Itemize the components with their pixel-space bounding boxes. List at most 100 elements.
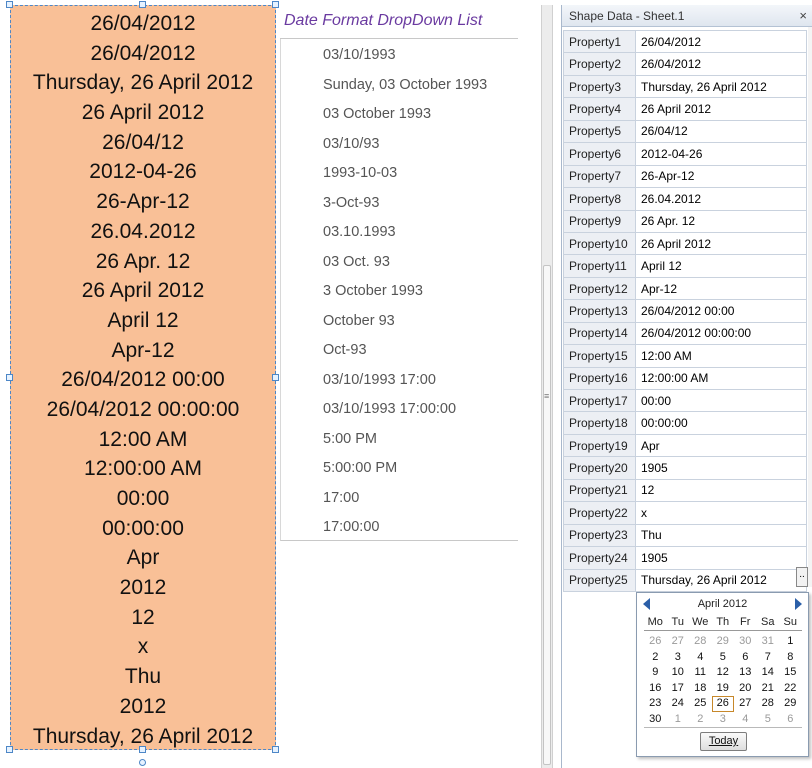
property-value-cell[interactable]: 1905 — [635, 456, 807, 480]
chevron-left-icon[interactable] — [643, 598, 650, 610]
calendar-day[interactable]: 14 — [757, 665, 780, 681]
list-item[interactable]: Sunday, 03 October 1993 — [323, 71, 487, 101]
list-item[interactable]: 03 Oct. 93 — [323, 248, 487, 278]
property-value-cell[interactable]: Thu — [635, 523, 807, 548]
calendar-day[interactable]: 19 — [712, 681, 735, 697]
property-value-cell[interactable]: 26/04/2012 — [635, 29, 807, 54]
calendar-day[interactable]: 25 — [689, 696, 712, 712]
calendar-day[interactable]: 4 — [734, 712, 757, 728]
resize-handle-bottom-middle[interactable] — [139, 746, 146, 753]
calendar-day[interactable]: 29 — [779, 696, 802, 712]
property-value-cell[interactable]: 26/04/2012 00:00:00 — [635, 321, 807, 346]
list-item[interactable]: 03.10.1993 — [323, 218, 487, 248]
calendar-day[interactable]: 2 — [689, 712, 712, 728]
shape-data-scrollbar[interactable] — [808, 27, 812, 587]
calendar-day[interactable]: 24 — [667, 696, 690, 712]
calendar-day[interactable]: 15 — [779, 665, 802, 681]
list-item[interactable]: 17:00:00 — [323, 513, 487, 543]
table-row[interactable]: Property15 12:00 AM — [563, 344, 807, 368]
table-row[interactable]: Property1 26/04/2012 — [563, 29, 807, 54]
calendar-day[interactable]: 17 — [667, 681, 690, 697]
list-item[interactable]: 3 October 1993 — [323, 277, 487, 307]
calendar-day[interactable]: 26 — [644, 634, 667, 650]
calendar-day[interactable]: 9 — [644, 665, 667, 681]
table-row[interactable]: Property21 12 — [563, 478, 807, 503]
table-row[interactable]: Property25 Thursday, 26 April 2012 — [563, 568, 807, 592]
today-button[interactable]: Today — [700, 732, 747, 751]
calendar-day[interactable]: 16 — [644, 681, 667, 697]
list-item[interactable]: Oct-93 — [323, 336, 487, 366]
calendar-day[interactable]: 20 — [734, 681, 757, 697]
table-row[interactable]: Property10 26 April 2012 — [563, 231, 807, 256]
rotation-handle[interactable] — [139, 759, 146, 766]
calendar-day-selected[interactable]: 26 — [711, 696, 734, 712]
calendar-day[interactable]: 18 — [689, 681, 712, 697]
table-row[interactable]: Property12 Apr-12 — [563, 276, 807, 301]
property-value-cell[interactable]: 26 Apr. 12 — [635, 209, 807, 233]
property-value-cell[interactable]: 00:00 — [635, 388, 807, 413]
property-value-cell[interactable]: 26.04.2012 — [635, 187, 807, 211]
table-row[interactable]: Property11 April 12 — [563, 254, 807, 278]
calendar-day[interactable]: 8 — [779, 650, 802, 666]
resize-handle-top-right[interactable] — [272, 1, 279, 8]
list-item[interactable]: 03 October 1993 — [323, 100, 487, 130]
property-value-cell[interactable]: Thursday, 26 April 2012 — [635, 568, 807, 592]
calendar-day[interactable]: 12 — [712, 665, 735, 681]
property-value-cell[interactable]: 12:00 AM — [635, 344, 807, 368]
calendar-day[interactable]: 21 — [757, 681, 780, 697]
property-value-cell[interactable]: 2012-04-26 — [635, 142, 807, 166]
property-value-cell[interactable]: 26 April 2012 — [635, 97, 807, 121]
property-value-cell[interactable]: 12 — [635, 478, 807, 503]
resize-handle-top-middle[interactable] — [139, 1, 146, 8]
list-item[interactable]: 3-Oct-93 — [323, 189, 487, 219]
property-value-cell[interactable]: 00:00:00 — [635, 411, 807, 435]
list-item[interactable]: 03/10/1993 17:00 — [323, 366, 487, 396]
calendar-day[interactable]: 28 — [689, 634, 712, 650]
table-row[interactable]: Property17 00:00 — [563, 388, 807, 413]
calendar-day[interactable]: 30 — [644, 712, 667, 728]
calendar-day[interactable]: 4 — [689, 650, 712, 666]
table-row[interactable]: Property22 x — [563, 501, 807, 525]
calendar-day[interactable]: 5 — [757, 712, 780, 728]
resize-handle-bottom-left[interactable] — [6, 746, 13, 753]
property-value-cell[interactable]: 26/04/12 — [635, 119, 807, 144]
resize-handle-middle-right[interactable] — [272, 374, 279, 381]
property-value-cell[interactable]: Apr — [635, 433, 807, 458]
list-item[interactable]: 17:00 — [323, 484, 487, 514]
window-splitter[interactable]: ≡ — [541, 5, 553, 768]
calendar-day[interactable]: 1 — [779, 634, 802, 650]
splitter-scroll-thumb[interactable] — [543, 265, 551, 765]
calendar-day[interactable]: 31 — [757, 634, 780, 650]
calendar-day[interactable]: 5 — [712, 650, 735, 666]
calendar-day[interactable]: 11 — [689, 665, 712, 681]
table-row[interactable]: Property5 26/04/12 — [563, 119, 807, 144]
table-row[interactable]: Property20 1905 — [563, 456, 807, 480]
calendar-day[interactable]: 3 — [667, 650, 690, 666]
resize-handle-bottom-right[interactable] — [272, 746, 279, 753]
property-value-cell[interactable]: 26/04/2012 — [635, 52, 807, 76]
table-row[interactable]: Property13 26/04/2012 00:00 — [563, 299, 807, 323]
table-row[interactable]: Property7 26-Apr-12 — [563, 164, 807, 189]
property-value-cell[interactable]: Thursday, 26 April 2012 — [635, 74, 807, 99]
list-item[interactable]: 03/10/93 — [323, 130, 487, 160]
resize-handle-middle-left[interactable] — [6, 374, 13, 381]
resize-handle-top-left[interactable] — [6, 1, 13, 8]
calendar-day[interactable]: 6 — [734, 650, 757, 666]
property-value-cell[interactable]: 26/04/2012 00:00 — [635, 299, 807, 323]
calendar-day[interactable]: 23 — [644, 696, 667, 712]
calendar-day[interactable]: 13 — [734, 665, 757, 681]
table-row[interactable]: Property16 12:00:00 AM — [563, 366, 807, 391]
list-item[interactable]: 03/10/1993 — [323, 41, 487, 71]
calendar-day[interactable]: 3 — [712, 712, 735, 728]
calendar-day[interactable]: 22 — [779, 681, 802, 697]
table-row[interactable]: Property9 26 Apr. 12 — [563, 209, 807, 233]
list-item[interactable]: 5:00 PM — [323, 425, 487, 455]
calendar-day[interactable]: 27 — [667, 634, 690, 650]
property-value-cell[interactable]: 1905 — [635, 546, 807, 570]
property-value-cell[interactable]: April 12 — [635, 254, 807, 278]
table-row[interactable]: Property24 1905 — [563, 546, 807, 570]
property-value-cell[interactable]: x — [635, 501, 807, 525]
property-value-cell[interactable]: 26-Apr-12 — [635, 164, 807, 189]
close-icon[interactable]: × — [799, 8, 807, 24]
calendar-day[interactable]: 2 — [644, 650, 667, 666]
